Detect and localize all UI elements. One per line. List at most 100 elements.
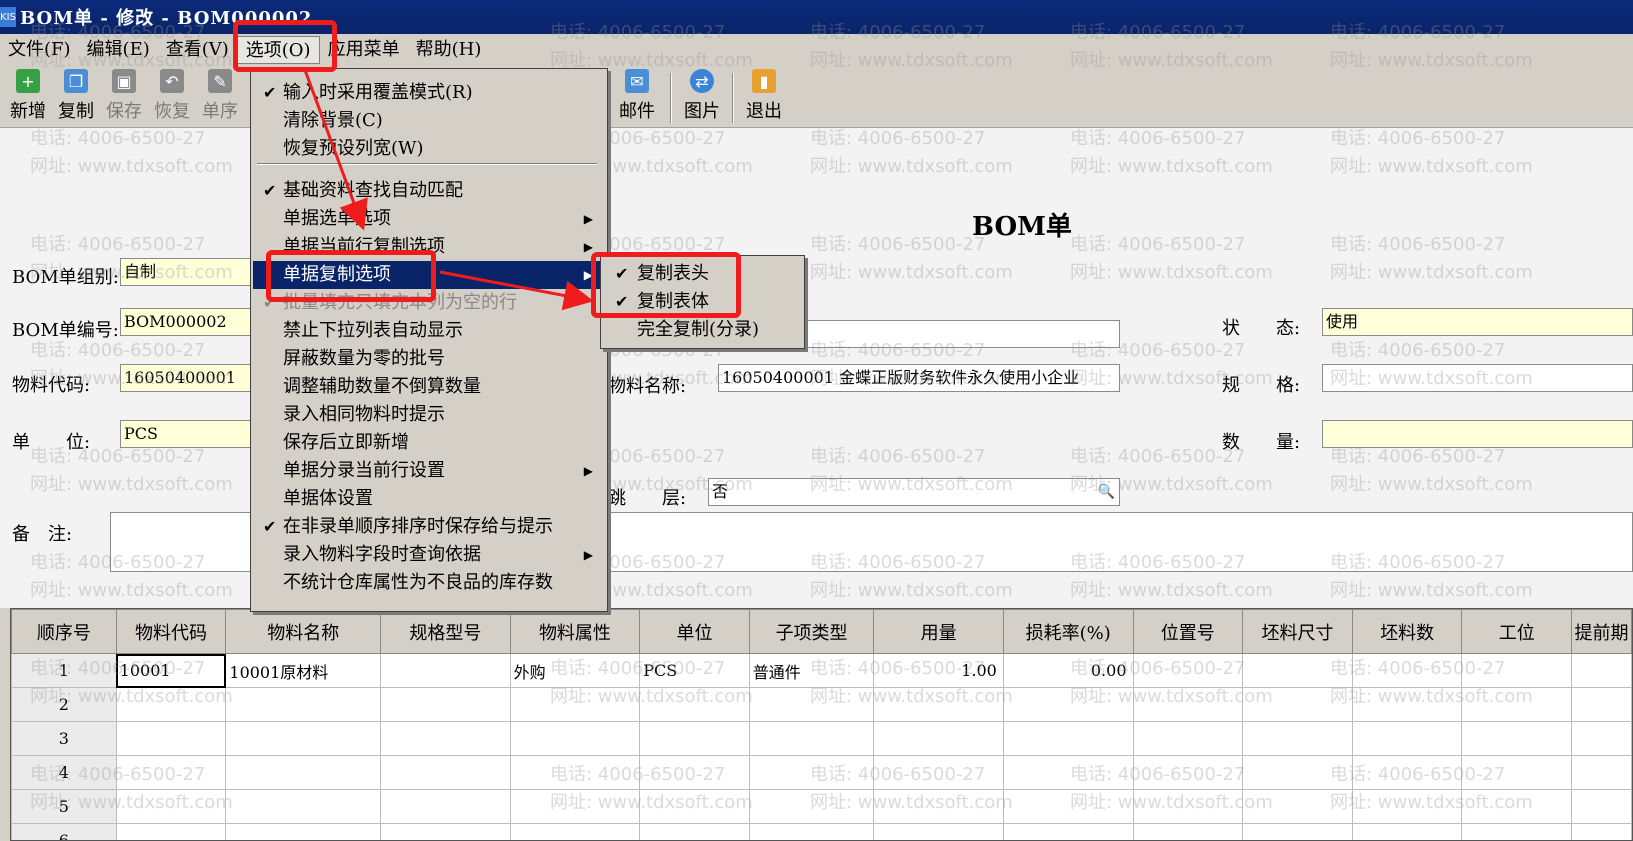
table-cell[interactable]	[1461, 823, 1572, 840]
table-cell[interactable]	[1242, 721, 1353, 756]
table-cell[interactable]: 普通件	[748, 653, 875, 688]
table-cell[interactable]	[1570, 687, 1632, 722]
table-cell[interactable]	[1242, 687, 1353, 722]
skip-level-field[interactable]: 否 🔍	[708, 478, 1120, 506]
options-menu-item[interactable]: 清除背景(C)	[253, 107, 605, 135]
item-code-field[interactable]: 16050400001	[120, 364, 260, 392]
table-cell[interactable]	[225, 721, 382, 756]
table-cell[interactable]	[1132, 823, 1244, 840]
table-cell[interactable]	[1570, 721, 1632, 756]
table-cell[interactable]	[1132, 755, 1244, 790]
table-cell[interactable]	[225, 687, 382, 722]
col-loss[interactable]: 损耗率(%)	[1002, 609, 1134, 654]
table-cell[interactable]	[1570, 653, 1632, 688]
col-position[interactable]: 位置号	[1132, 609, 1244, 654]
table-cell[interactable]	[1461, 721, 1572, 756]
table-cell[interactable]	[639, 687, 750, 722]
table-cell[interactable]	[1002, 755, 1134, 790]
table-cell[interactable]	[748, 721, 875, 756]
table-cell[interactable]	[873, 721, 1004, 756]
save-button[interactable]: ▣ 保存	[100, 69, 148, 127]
table-cell[interactable]	[1351, 653, 1463, 688]
table-cell[interactable]	[509, 789, 641, 824]
new-button[interactable]: + 新增	[4, 69, 52, 127]
options-menu-item[interactable]: 保存后立即新增	[253, 429, 605, 457]
col-item-code[interactable]: 物料代码	[115, 609, 227, 654]
options-menu-item[interactable]: ✔ 基础资料查找自动匹配	[253, 177, 605, 205]
order-button[interactable]: ✎ 单序	[196, 69, 244, 127]
copy-button[interactable]: ❐ 复制	[52, 69, 100, 127]
table-cell[interactable]	[1351, 687, 1463, 722]
table-cell[interactable]	[1132, 653, 1244, 688]
copy-submenu-item[interactable]: 完全复制(分录)	[603, 316, 803, 344]
table-cell[interactable]: 10001原材料	[225, 653, 382, 688]
col-type[interactable]: 子项类型	[748, 609, 875, 654]
exit-button[interactable]: ▮ 退出	[738, 69, 790, 127]
table-cell[interactable]	[1570, 789, 1632, 824]
mail-button[interactable]: ✉ 邮件	[608, 69, 666, 127]
table-cell[interactable]	[1132, 687, 1244, 722]
table-cell[interactable]	[1461, 789, 1572, 824]
table-cell[interactable]	[1242, 823, 1353, 840]
col-spec[interactable]: 规格型号	[380, 609, 511, 654]
unit-field[interactable]: PCS	[120, 420, 260, 448]
table-cell[interactable]: 外购	[509, 653, 641, 688]
options-menu-item[interactable]: ✔ 在非录单顺序排序时保存给与提示	[253, 513, 605, 541]
table-cell[interactable]	[639, 789, 750, 824]
col-unit[interactable]: 单位	[639, 609, 750, 654]
col-blank-size[interactable]: 坯料尺寸	[1242, 609, 1353, 654]
table-cell[interactable]	[115, 823, 227, 840]
table-cell[interactable]	[748, 687, 875, 722]
col-attr[interactable]: 物料属性	[509, 609, 641, 654]
table-cell[interactable]	[1132, 721, 1244, 756]
table-cell[interactable]	[639, 755, 750, 790]
options-menu-item[interactable]: 录入物料字段时查询依据 ▶	[253, 541, 605, 569]
menu-edit[interactable]: 编辑(E)	[79, 36, 158, 64]
lookup-icon[interactable]: 🔍	[1098, 479, 1115, 505]
status-field[interactable]: 使用	[1322, 308, 1633, 336]
table-cell[interactable]	[509, 755, 641, 790]
table-cell[interactable]	[748, 789, 875, 824]
table-cell[interactable]	[380, 789, 511, 824]
table-cell[interactable]	[1002, 687, 1134, 722]
table-cell[interactable]	[1461, 687, 1572, 722]
table-cell[interactable]	[380, 721, 511, 756]
table-cell[interactable]	[1351, 755, 1463, 790]
menu-view[interactable]: 查看(V)	[158, 36, 237, 64]
options-menu-item[interactable]: ✔ 输入时采用覆盖模式(R)	[253, 79, 605, 107]
table-cell[interactable]	[1002, 721, 1134, 756]
table-cell[interactable]	[115, 755, 227, 790]
col-lead-time[interactable]: 提前期	[1570, 609, 1632, 654]
table-cell[interactable]	[509, 687, 641, 722]
col-usage[interactable]: 用量	[873, 609, 1004, 654]
table-cell[interactable]	[639, 823, 750, 840]
table-cell[interactable]	[1242, 789, 1353, 824]
table-cell[interactable]	[1351, 721, 1463, 756]
number-field[interactable]: BOM000002	[120, 308, 260, 336]
group-field[interactable]: 自制	[120, 258, 260, 286]
options-menu-item[interactable]: 禁止下拉列表自动显示	[253, 317, 605, 345]
table-cell[interactable]	[509, 721, 641, 756]
restore-button[interactable]: ↶ 恢复	[148, 69, 196, 127]
table-cell[interactable]	[380, 755, 511, 790]
table-cell[interactable]	[1351, 823, 1463, 840]
col-blank-count[interactable]: 坯料数	[1351, 609, 1463, 654]
col-seq[interactable]: 顺序号	[11, 609, 117, 654]
table-cell[interactable]	[225, 755, 382, 790]
options-menu-item[interactable]: 录入相同物料时提示	[253, 401, 605, 429]
table-cell[interactable]	[1570, 755, 1632, 790]
table-cell[interactable]: 1.00	[873, 653, 1004, 688]
qty-field[interactable]	[1322, 420, 1633, 448]
table-cell[interactable]	[1242, 653, 1353, 688]
table-cell[interactable]	[380, 687, 511, 722]
table-cell[interactable]	[115, 789, 227, 824]
table-cell[interactable]	[380, 823, 511, 840]
col-item-name[interactable]: 物料名称	[225, 609, 382, 654]
table-cell[interactable]	[1002, 823, 1134, 840]
table-cell[interactable]	[380, 653, 511, 688]
table-cell[interactable]: 10001	[115, 653, 227, 688]
table-cell[interactable]	[225, 789, 382, 824]
table-cell[interactable]	[115, 721, 227, 756]
table-cell[interactable]	[873, 687, 1004, 722]
table-cell[interactable]: PCS	[639, 653, 750, 688]
